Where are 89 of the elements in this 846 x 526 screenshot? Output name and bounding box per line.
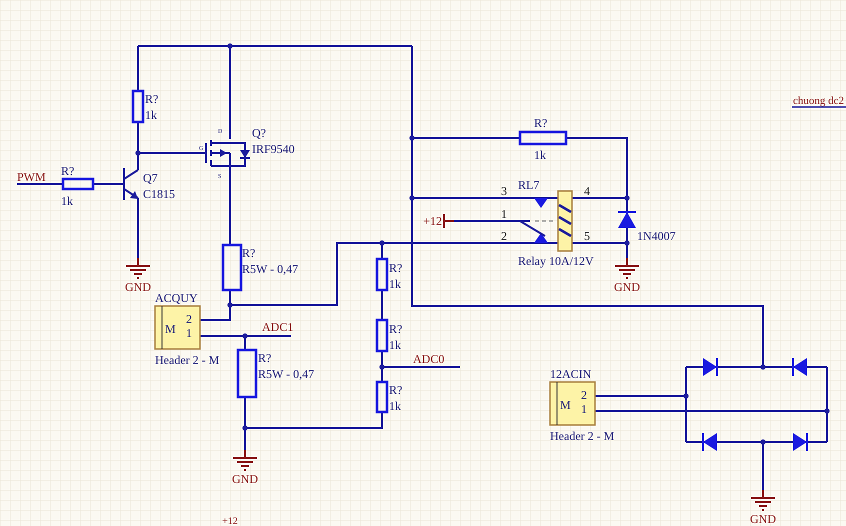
resistor-symbol <box>222 244 242 292</box>
port-label: GND <box>232 472 258 486</box>
junction-dot <box>624 195 630 201</box>
component-designator: Q? <box>252 126 266 140</box>
component-value: R5W - 0,47 <box>258 367 314 381</box>
component-value: Relay 10A/12V <box>518 254 594 268</box>
junction-dot <box>379 364 385 370</box>
junction-dot <box>683 393 689 399</box>
port-label: +12 <box>423 214 442 228</box>
component-designator: R? <box>61 164 74 178</box>
junction-dot <box>135 150 141 156</box>
port-label: GND <box>750 512 776 526</box>
connector-symbol <box>154 305 201 350</box>
net-label: chuong dc2 <box>793 95 844 107</box>
port-label: +12 <box>222 516 238 526</box>
wire <box>137 198 139 258</box>
junction-dot <box>242 425 248 431</box>
component-designator: R? <box>389 261 402 275</box>
junction-dot <box>624 240 630 246</box>
resistor-symbol <box>376 318 388 352</box>
diode-symbol <box>703 358 718 376</box>
component-value: Header 2 - M <box>550 429 614 443</box>
pin-number: 1 <box>186 326 192 340</box>
resistor-symbol <box>518 130 568 146</box>
ground-symbol <box>233 450 257 471</box>
component-value: 1k <box>534 148 546 162</box>
pin-number: 3 <box>501 184 507 198</box>
wire <box>93 183 124 185</box>
ground-symbol <box>751 490 775 511</box>
component-designator: R? <box>389 322 402 336</box>
junction-dot <box>760 439 766 445</box>
pin-number: 2 <box>186 312 192 326</box>
diode-symbol <box>793 433 808 451</box>
pin-number: 1 <box>581 402 587 416</box>
component-designator: R? <box>242 246 256 260</box>
relay-symbol <box>519 190 573 252</box>
wire <box>17 183 63 185</box>
pin-number: 5 <box>584 229 590 243</box>
net-label: PWM <box>17 170 46 184</box>
mosfet-symbol <box>205 140 250 167</box>
junction-dot <box>227 302 233 308</box>
resistor-symbol <box>62 178 94 190</box>
port-label: GND <box>125 280 151 294</box>
pin-number: 4 <box>584 184 590 198</box>
junction-dot <box>242 333 248 339</box>
pin-number: 1 <box>501 207 507 221</box>
component-designator: 12ACIN <box>550 367 592 381</box>
diode-symbol <box>792 358 807 376</box>
resistor-symbol <box>376 258 388 292</box>
component-designator: ACQUY <box>155 291 198 305</box>
component-value: 1k <box>389 399 401 413</box>
junction-dot <box>409 135 415 141</box>
component-designator: R? <box>534 116 548 130</box>
component-designator: RL7 <box>518 178 540 192</box>
net-label: ADC0 <box>413 352 444 366</box>
connector-symbol <box>549 381 596 426</box>
port-label: GND <box>614 280 640 294</box>
resistor-symbol <box>376 380 388 414</box>
pin-number: 2 <box>581 388 587 402</box>
component-value: C1815 <box>143 187 176 201</box>
diode-symbol <box>618 211 636 228</box>
power-port-symbol <box>443 214 454 228</box>
junction-dot <box>227 43 233 49</box>
diode-symbol <box>702 433 717 451</box>
pin-number: 2 <box>501 229 507 243</box>
ground-symbol <box>615 258 639 279</box>
component-value: Header 2 - M <box>155 353 220 367</box>
component-value: IRF9540 <box>252 142 295 156</box>
component-designator: R? <box>145 92 158 106</box>
component-value: 1k <box>389 338 401 352</box>
net-label: ADC1 <box>262 320 294 334</box>
connector-body-label: M <box>165 322 176 336</box>
resistor-symbol <box>132 90 144 124</box>
npn-transistor-symbol <box>123 168 139 200</box>
component-value: 1k <box>61 194 73 208</box>
component-designator: R? <box>389 383 402 397</box>
component-designator: Q7 <box>143 171 158 185</box>
junction-dot <box>760 364 766 370</box>
connector-body-label: M <box>560 398 571 412</box>
component-value: R5W - 0,47 <box>242 262 298 276</box>
component-designator: R? <box>258 351 272 365</box>
component-value: 1k <box>145 108 157 122</box>
junction-dot <box>824 408 830 414</box>
resistor-symbol <box>236 348 258 398</box>
junction-dot <box>409 195 415 201</box>
component-value: 1N4007 <box>637 229 676 243</box>
component-value: 1k <box>389 277 401 291</box>
junction-dot <box>379 240 385 246</box>
ground-symbol <box>126 258 150 279</box>
